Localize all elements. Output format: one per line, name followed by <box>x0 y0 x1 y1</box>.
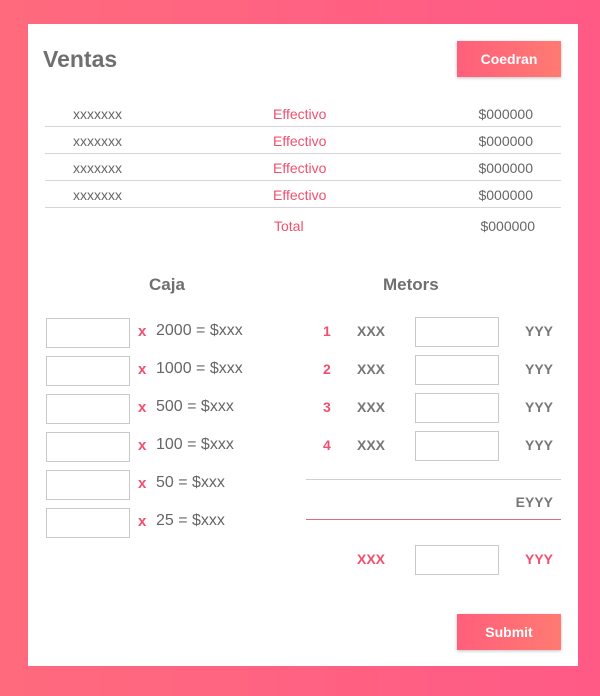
metor-label: XXX <box>357 323 386 339</box>
sale-amount: $000000 <box>478 106 533 122</box>
caja-quantity-input[interactable] <box>46 432 130 462</box>
metor-index: 4 <box>323 437 331 453</box>
metor-input[interactable] <box>415 431 499 461</box>
caja-expression: 1000 = $xxx <box>156 360 243 377</box>
metor-label: XXX <box>357 437 386 453</box>
metor-result: YYY <box>524 323 553 339</box>
metor-final-row: XXX YYY <box>306 545 561 575</box>
sale-method: Effectivo <box>273 187 327 203</box>
metor-row: 3 XXX YYY <box>306 393 561 423</box>
page-title: Ventas <box>43 46 118 72</box>
ventas-card: Ventas Coedran xxxxxxx Effectivo $000000… <box>28 24 578 666</box>
metor-input[interactable] <box>415 393 499 423</box>
multiply-sign: x <box>138 475 147 492</box>
metor-row: 2 XXX YYY <box>306 355 561 385</box>
sale-method: Effectivo <box>273 106 327 122</box>
sale-name: xxxxxxx <box>73 160 122 176</box>
table-row: xxxxxxx Effectivo $000000 <box>45 127 561 154</box>
final-label: XXX <box>357 551 386 567</box>
sale-method: Effectivo <box>273 160 327 176</box>
caja-quantity-input[interactable] <box>46 470 130 500</box>
multiply-sign: x <box>138 513 147 530</box>
submit-button[interactable]: Submit <box>457 614 561 650</box>
metor-label: XXX <box>357 361 386 377</box>
total-label: Total <box>274 218 304 234</box>
caja-expression: 2000 = $xxx <box>156 322 243 339</box>
metor-input[interactable] <box>415 355 499 385</box>
sales-table: xxxxxxx Effectivo $000000 xxxxxxx Effect… <box>45 100 561 238</box>
metor-result: YYY <box>524 437 553 453</box>
table-row: xxxxxxx Effectivo $000000 <box>45 100 561 127</box>
caja-heading: Caja <box>149 275 185 294</box>
caja-quantity-input[interactable] <box>46 508 130 538</box>
metor-input[interactable] <box>415 317 499 347</box>
metor-index: 1 <box>323 323 331 339</box>
multiply-sign: x <box>138 437 147 454</box>
sale-name: xxxxxxx <box>73 187 122 203</box>
total-row: Total $000000 <box>45 208 561 238</box>
metor-row: 4 XXX YYY <box>306 431 561 461</box>
metor-result: YYY <box>524 399 553 415</box>
caja-expression: 50 = $xxx <box>156 474 225 491</box>
sale-name: xxxxxxx <box>73 133 122 149</box>
final-input[interactable] <box>415 545 499 575</box>
table-row: xxxxxxx Effectivo $000000 <box>45 181 561 208</box>
metor-row: 1 XXX YYY <box>306 317 561 347</box>
metors-heading: Metors <box>383 275 439 294</box>
caja-expression: 25 = $xxx <box>156 512 225 529</box>
table-row: xxxxxxx Effectivo $000000 <box>45 154 561 181</box>
multiply-sign: x <box>138 323 147 340</box>
sale-name: xxxxxxx <box>73 106 122 122</box>
metor-index: 3 <box>323 399 331 415</box>
metor-label: XXX <box>357 399 386 415</box>
caja-quantity-input[interactable] <box>46 356 130 386</box>
sale-amount: $000000 <box>478 133 533 149</box>
caja-quantity-input[interactable] <box>46 394 130 424</box>
final-result: YYY <box>524 551 553 567</box>
caja-quantity-input[interactable] <box>46 318 130 348</box>
total-amount: $000000 <box>480 218 535 234</box>
metor-index: 2 <box>323 361 331 377</box>
metors-subtotal: EYYY <box>515 494 553 510</box>
caja-expression: 500 = $xxx <box>156 398 234 415</box>
coedran-button[interactable]: Coedran <box>457 41 561 77</box>
caja-expression: 100 = $xxx <box>156 436 234 453</box>
divider <box>306 479 561 480</box>
sale-amount: $000000 <box>478 187 533 203</box>
sale-method: Effectivo <box>273 133 327 149</box>
divider-accent <box>306 519 561 520</box>
multiply-sign: x <box>138 361 147 378</box>
sale-amount: $000000 <box>478 160 533 176</box>
metor-result: YYY <box>524 361 553 377</box>
multiply-sign: x <box>138 399 147 416</box>
